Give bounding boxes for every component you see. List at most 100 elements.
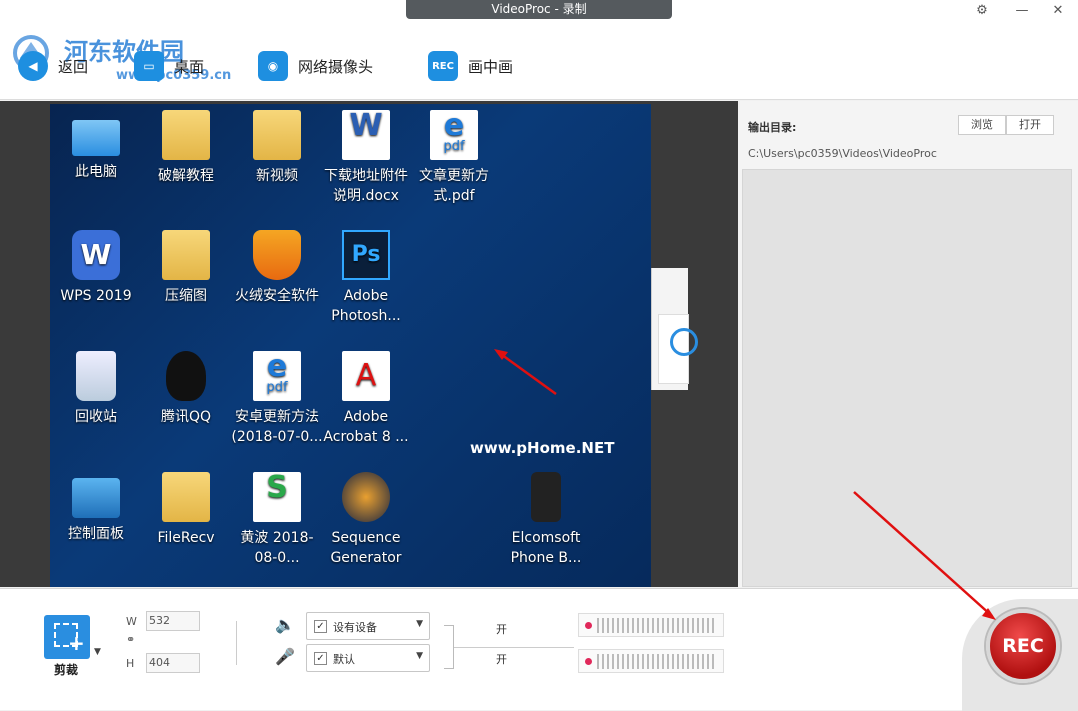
back-arrow-icon: ◀ — [18, 51, 48, 81]
window-title: VideoProc - 录制 — [406, 0, 672, 19]
desktop-item[interactable]: 压缩图 — [140, 230, 232, 306]
chevron-down-icon: ▼ — [416, 651, 423, 661]
desktop-item[interactable]: W 下载地址附件说明.docx — [320, 110, 412, 206]
meter-bars — [597, 618, 717, 633]
desktop-item[interactable]: FileRecv — [140, 472, 232, 548]
crop-dropdown-icon[interactable]: ▼ — [94, 647, 101, 657]
desktop-item-label: FileRecv — [157, 530, 215, 546]
desktop-item[interactable]: 火绒安全软件 — [231, 230, 323, 306]
shield-icon — [253, 230, 301, 280]
desktop-item[interactable]: A Adobe Acrobat 8 ... — [320, 351, 412, 447]
meter-indicator-dot — [585, 658, 592, 665]
output-path: C:\Users\pc0359\Videos\VideoProc — [748, 147, 937, 160]
chevron-down-icon: ▼ — [416, 619, 423, 629]
control-panel-icon — [72, 478, 120, 518]
folder-icon — [162, 110, 210, 160]
desktop-item[interactable]: 控制面板 — [50, 472, 142, 544]
recycle-bin-icon — [76, 351, 116, 401]
captured-window-circle-icon — [670, 328, 698, 356]
desktop-item[interactable]: 回收站 — [50, 351, 142, 427]
speaker-level-meter — [578, 613, 724, 637]
speaker-device-select[interactable]: ✓ 设有设备 ▼ — [306, 612, 430, 640]
desktop-item-label: 回收站 — [75, 409, 117, 425]
output-list-area — [742, 169, 1072, 587]
crop-button[interactable]: + — [44, 615, 90, 659]
desktop-item[interactable]: 破解教程 — [140, 110, 232, 186]
desktop-item-label: Sequence Generator — [330, 530, 402, 566]
width-input[interactable]: 532 — [146, 611, 200, 631]
sequence-icon — [342, 472, 390, 522]
back-button[interactable]: ◀ 返回 — [18, 50, 88, 82]
docx-icon: W — [342, 110, 390, 160]
desktop-item[interactable]: W WPS 2019 — [50, 230, 142, 306]
height-input[interactable]: 404 — [146, 653, 200, 673]
output-dir-label: 输出目录: — [748, 121, 797, 134]
desktop-label: 桌面 — [174, 57, 205, 76]
desktop-item-label: Adobe Photosh... — [331, 288, 401, 324]
desktop-item[interactable]: Elcomsoft Phone B... — [500, 472, 592, 568]
back-label: 返回 — [58, 57, 89, 76]
screen-preview: 此电脑 破解教程 新视频 W 下载地址附件说明.docx e pdf 文章更新方式.pdf W W… — [0, 101, 738, 587]
desktop-item[interactable]: e pdf 安卓更新方法(2018-07-0... — [231, 351, 323, 447]
rec-button[interactable]: REC — [986, 609, 1060, 683]
folder-icon — [162, 230, 210, 280]
desktop-item-label: 新视频 — [256, 168, 298, 184]
open-button[interactable]: 打开 — [1006, 115, 1054, 135]
desktop-item-label: 破解教程 — [158, 168, 214, 184]
desktop-item[interactable]: S 黄波 2018-08-0... — [231, 472, 323, 568]
qq-icon — [166, 351, 206, 401]
desktop-item-label: 黄波 2018-08-0... — [240, 530, 314, 566]
desktop-item-label: 下载地址附件说明.docx — [324, 168, 408, 204]
webcam-label: 网络摄像头 — [298, 57, 374, 76]
meter-bars — [597, 654, 717, 669]
bottom-controls: + ▼ 剪裁 W 532 ⚭ H 404 🔈 ✓ 设有设备 ▼ 🎤 ✓ 默认 ▼… — [0, 588, 1078, 711]
phone-icon — [531, 472, 561, 522]
phome-watermark: www.pHome.NET — [470, 439, 615, 457]
link-aspect-icon[interactable]: ⚭ — [126, 633, 135, 646]
folder-icon — [162, 472, 210, 522]
desktop-item-label: 火绒安全软件 — [235, 288, 319, 304]
pip-button[interactable]: REC 画中画 — [428, 50, 513, 82]
browse-button[interactable]: 浏览 — [958, 115, 1006, 135]
minimize-button[interactable]: — — [1010, 2, 1034, 20]
mic-level-meter — [578, 649, 724, 673]
desktop-button[interactable]: ▭ 桌面 — [134, 50, 204, 82]
captured-window-fragment — [651, 268, 698, 390]
desktop-item[interactable]: e pdf 文章更新方式.pdf — [408, 110, 500, 206]
desktop-item[interactable]: 此电脑 — [50, 110, 142, 182]
desktop-item-label: 腾讯QQ — [160, 409, 212, 425]
webcam-icon: ◉ — [258, 51, 288, 81]
desktop-item[interactable]: Ps Adobe Photosh... — [320, 230, 412, 326]
width-label: W — [126, 615, 137, 628]
height-label: H — [126, 657, 135, 670]
speaker-state[interactable]: 开 — [496, 621, 507, 637]
microphone-icon: 🎤 — [275, 647, 295, 666]
desktop-item[interactable]: 腾讯QQ — [140, 351, 232, 427]
photoshop-icon: Ps — [342, 230, 390, 280]
desktop-item-label: 控制面板 — [68, 526, 124, 542]
desktop-item-label: 此电脑 — [75, 164, 117, 180]
title-bar: VideoProc - 录制 ⚙ — ✕ — [0, 0, 1078, 22]
webcam-button[interactable]: ◉ 网络摄像头 — [258, 50, 373, 82]
mic-device-value: 默认 — [333, 653, 355, 666]
folder-icon — [253, 110, 301, 160]
desktop-item-label: 压缩图 — [165, 288, 207, 304]
speaker-checkbox[interactable]: ✓ — [314, 620, 327, 633]
desktop-item[interactable]: 新视频 — [231, 110, 323, 186]
mic-checkbox[interactable]: ✓ — [314, 652, 327, 665]
close-button[interactable]: ✕ — [1046, 2, 1070, 20]
pdf-icon: e pdf — [430, 110, 478, 160]
pdf-icon: e pdf — [253, 351, 301, 401]
desktop-item-label: Elcomsoft Phone B... — [510, 530, 582, 566]
mic-state[interactable]: 开 — [496, 651, 507, 667]
pip-label: 画中画 — [468, 57, 514, 76]
mic-device-select[interactable]: ✓ 默认 ▼ — [306, 644, 430, 672]
settings-gear-icon[interactable]: ⚙ — [970, 2, 994, 20]
divider — [236, 621, 237, 665]
desktop-item-label: 文章更新方式.pdf — [419, 168, 489, 204]
desktop-item[interactable]: Sequence Generator — [320, 472, 412, 568]
desktop-item-label: WPS 2019 — [60, 288, 132, 304]
toolbar: 河东软件园 www.pc0359.cn ◀ 返回 ▭ 桌面 ◉ 网络摄像头 RE… — [0, 22, 1078, 100]
bracket-line — [444, 625, 454, 669]
output-panel: 输出目录: 浏览 打开 C:\Users\pc0359\Videos\Video… — [740, 101, 1078, 587]
